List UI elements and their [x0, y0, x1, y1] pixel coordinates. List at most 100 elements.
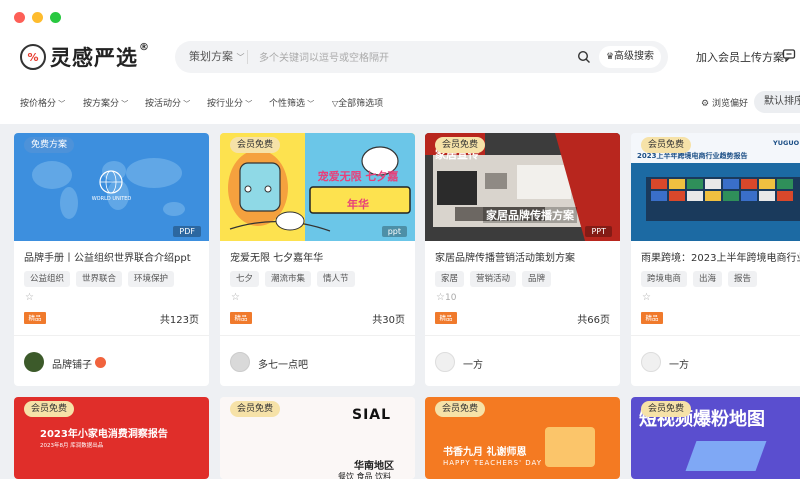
card-tags: 跨境电商 出海 报告: [641, 271, 758, 287]
member-free-badge: 会员免费: [24, 401, 75, 417]
search-input[interactable]: [257, 47, 561, 69]
thumbnail-caption: 宠爱无限 七夕嘉年华: [317, 170, 399, 211]
star-icon[interactable]: ☆: [25, 292, 34, 303]
star-icon[interactable]: ☆: [231, 292, 240, 303]
tag[interactable]: 跨境电商: [641, 271, 688, 287]
card-title[interactable]: 品牌手册丨公益组织世界联合介绍ppt: [24, 249, 202, 264]
filter-industry[interactable]: 按行业分 ﹀: [207, 96, 252, 109]
tag[interactable]: 七夕: [230, 271, 260, 287]
plan-card[interactable]: 书香九月 礼谢师恩 HAPPY TEACHERS' DAY 会员免费: [425, 397, 620, 479]
chevron-down-icon: ﹀: [236, 53, 245, 62]
member-free-badge: 会员免费: [641, 401, 692, 417]
plan-card[interactable]: SIAL 华南地区 餐饮 食品 饮料 会员免费: [220, 397, 415, 479]
maximize-window-button[interactable]: [50, 12, 61, 23]
card-title[interactable]: 雨果跨境：2023上半年跨境电商行业趋势报告: [641, 249, 800, 264]
card-thumbnail[interactable]: 家居宣传 家居品牌传播方案 会员免费 PPT: [425, 133, 620, 241]
chevron-down-icon: ﹀: [181, 100, 191, 108]
format-label: PPT: [585, 226, 612, 237]
thumbnail-caption: 华南地区: [354, 461, 394, 472]
card-divider: [631, 335, 800, 336]
thumbnail-subcaption: 餐饮 食品 饮料: [338, 472, 392, 479]
tag[interactable]: 世界联合: [76, 271, 123, 287]
search-icon[interactable]: [577, 50, 591, 64]
advanced-search-button[interactable]: ♛高级搜索: [599, 46, 661, 68]
join-member-link[interactable]: 加入会员: [696, 49, 740, 65]
card-title[interactable]: 家居品牌传播营销活动策划方案: [435, 249, 613, 264]
card-title[interactable]: 宠爱无限 七夕嘉年华: [230, 249, 408, 264]
author-name[interactable]: 品牌铺子: [52, 356, 92, 371]
message-icon[interactable]: [782, 48, 796, 62]
tag[interactable]: 营销活动: [470, 271, 517, 287]
premium-badge: 精品: [24, 312, 46, 324]
plan-card[interactable]: 2023年小家电消费洞察报告 2023年8月 库润数据出品 会员免费: [14, 397, 209, 479]
yuguo-logo: YUGUO: [773, 139, 800, 147]
avatar[interactable]: [435, 352, 455, 372]
avatar[interactable]: [641, 352, 661, 372]
logo-text: 灵感严选®: [50, 42, 150, 70]
star-icon[interactable]: ☆10: [436, 292, 456, 303]
card-thumbnail[interactable]: 2023上半年跨境电商行业趋势报告 YUGUO 会员免费: [631, 133, 800, 241]
browse-preference[interactable]: ⚙ 浏览偏好: [701, 96, 748, 109]
chevron-down-icon: ﹀: [56, 100, 66, 108]
thumbnail-caption: 2023年小家电消费洞察报告: [40, 429, 168, 440]
plan-card[interactable]: 短视频爆粉地图 会员免费: [631, 397, 800, 479]
thumbnail-caption: 书香九月 礼谢师恩: [443, 447, 527, 458]
author-name[interactable]: 一方: [463, 356, 483, 371]
tag[interactable]: 出海: [693, 271, 723, 287]
plan-card[interactable]: WORLD UNITED 免费方案 PDF 品牌手册丨公益组织世界联合介绍ppt…: [14, 133, 209, 386]
card-thumbnail[interactable]: 书香九月 礼谢师恩 HAPPY TEACHERS' DAY 会员免费: [425, 397, 620, 479]
tag[interactable]: 品牌: [522, 271, 552, 287]
premium-badge: 精品: [230, 312, 252, 324]
tag[interactable]: 环境保护: [128, 271, 175, 287]
card-thumbnail[interactable]: 宠爱无限 七夕嘉年华 会员免费 ppt: [220, 133, 415, 241]
sort-dropdown[interactable]: 默认排序: [754, 91, 800, 113]
sial-logo: SIAL: [352, 407, 392, 423]
isometric-graphic: [685, 441, 767, 471]
tag[interactable]: 潮流市集: [265, 271, 312, 287]
format-label: PDF: [173, 226, 201, 237]
filter-activity[interactable]: 按活动分 ﹀: [145, 96, 190, 109]
card-thumbnail[interactable]: WORLD UNITED 免费方案 PDF: [14, 133, 209, 241]
filter-all[interactable]: ▽全部筛选项: [332, 96, 383, 109]
filter-personal[interactable]: 个性筛选 ﹀: [269, 96, 314, 109]
author-name[interactable]: 多七一点吧: [258, 356, 308, 371]
close-window-button[interactable]: [14, 12, 25, 23]
avatar[interactable]: [230, 352, 250, 372]
tag[interactable]: 公益组织: [24, 271, 71, 287]
avatar[interactable]: [24, 352, 44, 372]
site-header: % 灵感严选® 策划方案 ﹀ ♛高级搜索 加入会员 上传方案: [0, 34, 800, 80]
card-thumbnail[interactable]: 短视频爆粉地图 会员免费: [631, 397, 800, 479]
minimize-window-button[interactable]: [32, 12, 43, 23]
thumbnail-subcaption: HAPPY TEACHERS' DAY: [443, 459, 543, 467]
member-free-badge: 会员免费: [435, 401, 486, 417]
filter-price[interactable]: 按价格分 ﹀: [20, 96, 65, 109]
star-count: 10: [444, 293, 457, 303]
card-tags: 家居 营销活动 品牌: [435, 271, 552, 287]
plan-card[interactable]: 家居宣传 家居品牌传播方案 会员免费 PPT 家居品牌传播营销活动策划方案 家居…: [425, 133, 620, 386]
member-free-badge: 会员免费: [230, 137, 281, 153]
search-category-dropdown[interactable]: 策划方案 ﹀: [189, 41, 245, 73]
search-bar: 策划方案 ﹀ ♛高级搜索: [175, 41, 668, 73]
chevron-down-icon: ﹀: [243, 100, 253, 108]
filter-plan[interactable]: 按方案分 ﹀: [83, 96, 128, 109]
window-titlebar: [0, 0, 800, 34]
tag[interactable]: 家居: [435, 271, 465, 287]
gear-icon: ⚙: [701, 99, 710, 109]
upload-plan-link[interactable]: 上传方案: [740, 49, 784, 65]
site-logo[interactable]: % 灵感严选®: [20, 42, 150, 72]
logo-badge-icon: %: [20, 44, 46, 70]
page-count: 共30页: [372, 315, 405, 326]
card-thumbnail[interactable]: SIAL 华南地区 餐饮 食品 饮料 会员免费: [220, 397, 415, 479]
star-icon[interactable]: ☆: [642, 292, 651, 303]
vip-crown-icon: [95, 357, 106, 368]
tag[interactable]: 报告: [728, 271, 758, 287]
card-tags: 公益组织 世界联合 环境保护: [24, 271, 175, 287]
card-divider: [425, 335, 620, 336]
card-thumbnail[interactable]: 2023年小家电消费洞察报告 2023年8月 库润数据出品 会员免费: [14, 397, 209, 479]
member-free-badge: 会员免费: [435, 137, 486, 153]
tag[interactable]: 情人节: [317, 271, 355, 287]
plan-card[interactable]: 2023上半年跨境电商行业趋势报告 YUGUO 会员免费 雨果跨境：2023上半…: [631, 133, 800, 386]
plan-card[interactable]: 宠爱无限 七夕嘉年华 会员免费 ppt 宠爱无限 七夕嘉年华 七夕 潮流市集 情…: [220, 133, 415, 386]
author-name[interactable]: 一方: [669, 356, 689, 371]
gift-image: [545, 427, 595, 467]
